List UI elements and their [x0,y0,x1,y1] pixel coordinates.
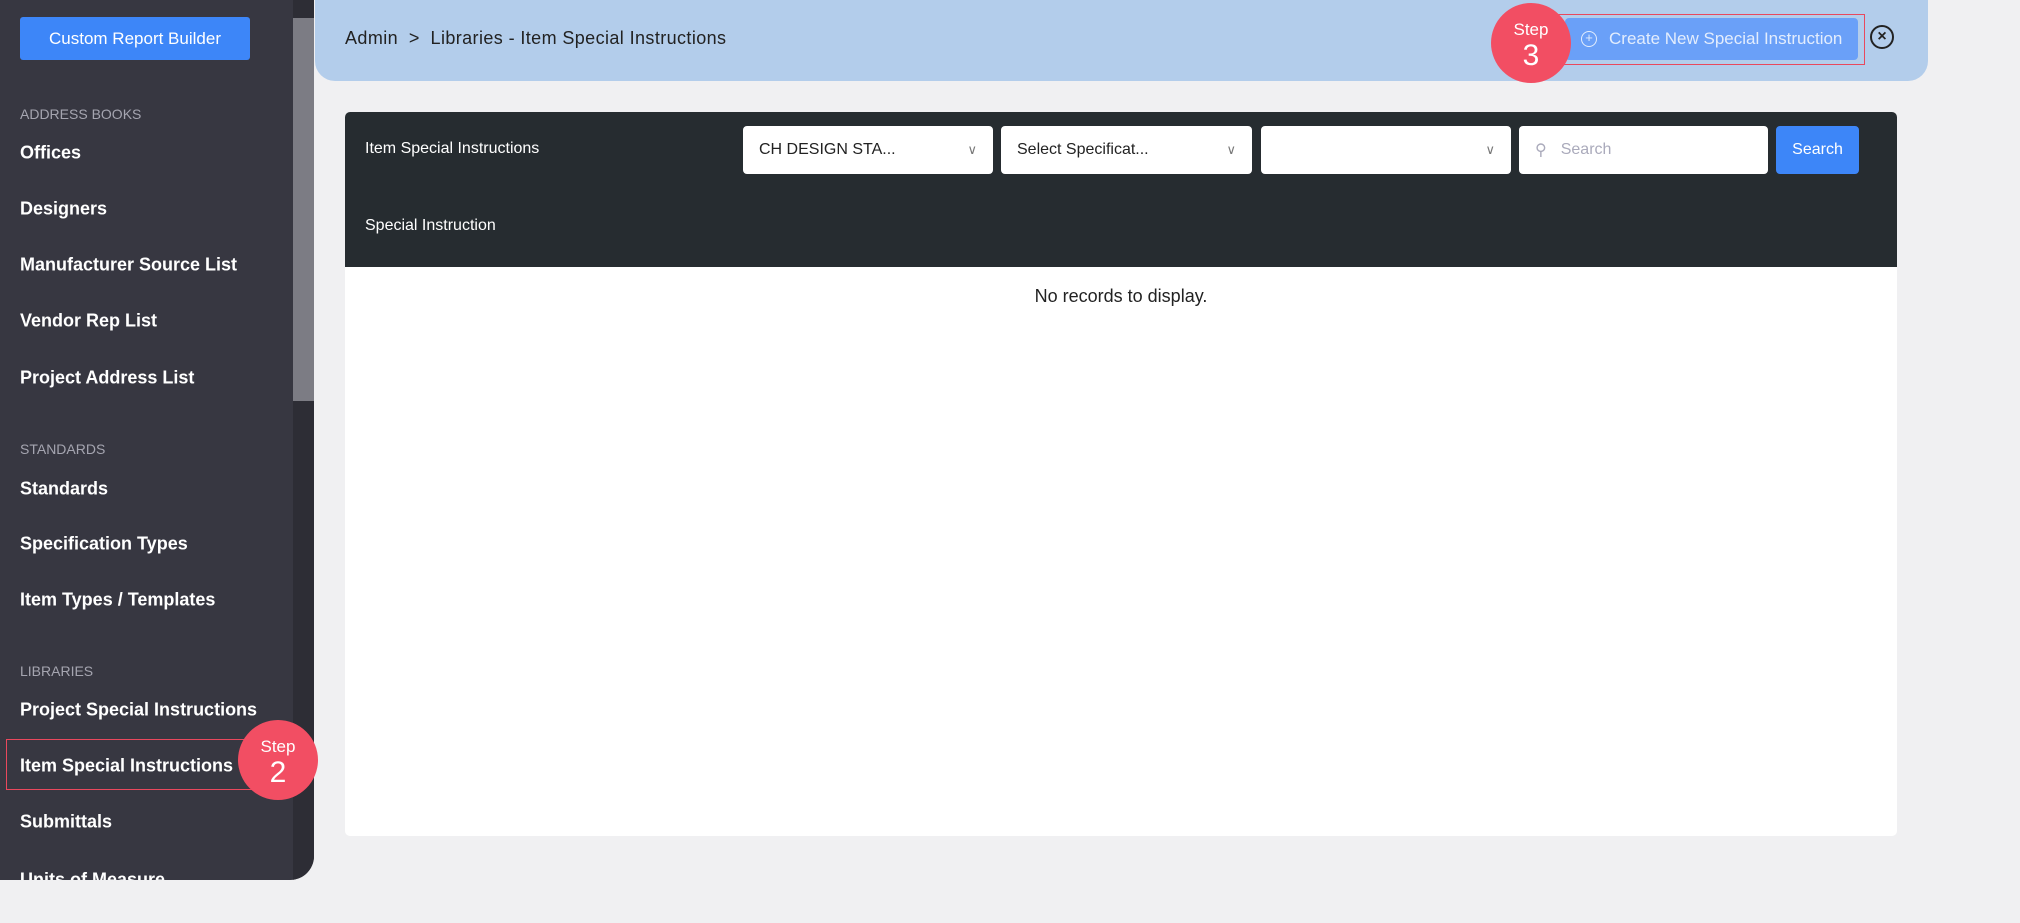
panel-header: Item Special Instructions CH DESIGN STA.… [345,112,1897,267]
standard-select[interactable]: CH DESIGN STA... ∨ [743,126,993,174]
step2-badge: Step 2 [238,720,318,800]
sidebar-item-specification-types[interactable]: Specification Types [20,534,188,555]
third-filter-select[interactable]: ∨ [1261,126,1511,174]
step-number: 3 [1522,39,1540,72]
section-address-books: ADDRESS BOOKS [20,106,142,122]
create-button-label: Create New Special Instruction [1609,29,1843,48]
chevron-down-icon: ∨ [967,142,977,157]
breadcrumb: Admin > Libraries - Item Special Instruc… [345,28,727,48]
sidebar-item-units-of-measure[interactable]: Units of Measure [20,870,165,881]
sidebar-item-project-special-instructions[interactable]: Project Special Instructions [20,700,257,721]
sidebar-item-manufacturer-source-list[interactable]: Manufacturer Source List [20,255,237,276]
plus-circle-icon: + [1581,31,1597,47]
search-placeholder: Search [1560,141,1612,158]
search-input[interactable]: ⚲ Search [1519,126,1768,174]
sidebar-item-standards[interactable]: Standards [20,479,108,500]
column-header-special-instruction[interactable]: Special Instruction [365,217,496,235]
sidebar-item-offices[interactable]: Offices [20,143,81,164]
search-button[interactable]: Search [1776,126,1859,174]
chevron-down-icon: ∨ [1226,142,1236,157]
create-new-special-instruction-button[interactable]: + Create New Special Instruction [1565,18,1858,60]
close-icon[interactable]: × [1870,25,1894,49]
custom-report-builder-button[interactable]: Custom Report Builder [20,17,250,60]
sidebar-item-submittals[interactable]: Submittals [20,812,112,833]
sidebar-item-designers[interactable]: Designers [20,199,107,220]
panel-title: Item Special Instructions [365,140,540,157]
step-label: Step [1513,20,1549,39]
specification-select[interactable]: Select Specificat... ∨ [1001,126,1252,174]
sidebar-item-project-address-list[interactable]: Project Address List [20,368,194,389]
section-libraries: LIBRARIES [20,663,94,679]
search-icon: ⚲ [1535,142,1547,159]
step-label: Step [260,737,296,756]
select-value: CH DESIGN STA... [759,141,896,158]
item-special-instructions-panel: Item Special Instructions CH DESIGN STA.… [345,112,1897,836]
chevron-down-icon: ∨ [1485,142,1495,157]
sidebar-scrollbar-thumb[interactable] [293,18,314,401]
step-number: 2 [269,756,287,789]
sidebar-item-vendor-rep-list[interactable]: Vendor Rep List [20,311,157,332]
section-standards: STANDARDS [20,441,106,457]
empty-message: No records to display. [1034,286,1208,306]
sidebar-item-item-types-templates[interactable]: Item Types / Templates [20,590,215,611]
select-value: Select Specificat... [1017,141,1149,158]
step3-badge: Step 3 [1491,3,1571,83]
